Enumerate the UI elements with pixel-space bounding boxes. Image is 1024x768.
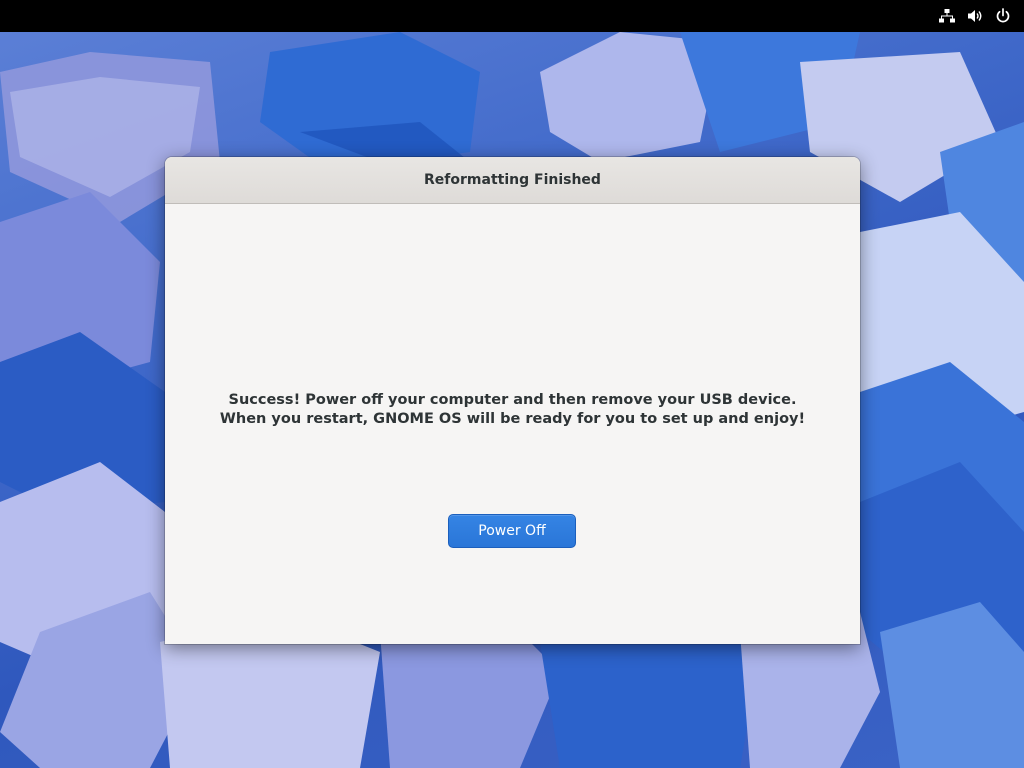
top-bar	[0, 0, 1024, 32]
dialog-title: Reformatting Finished	[424, 172, 601, 188]
dialog-headerbar: Reformatting Finished	[165, 157, 860, 204]
power-icon[interactable]	[994, 7, 1012, 25]
power-off-button[interactable]: Power Off	[448, 514, 576, 548]
dialog-body: Success! Power off your computer and the…	[165, 204, 860, 644]
reformat-finished-dialog: Reformatting Finished Success! Power off…	[165, 157, 860, 644]
success-message: Success! Power off your computer and the…	[219, 392, 806, 427]
system-tray[interactable]	[938, 0, 1012, 32]
volume-icon[interactable]	[966, 7, 984, 25]
network-wired-icon[interactable]	[938, 7, 956, 25]
